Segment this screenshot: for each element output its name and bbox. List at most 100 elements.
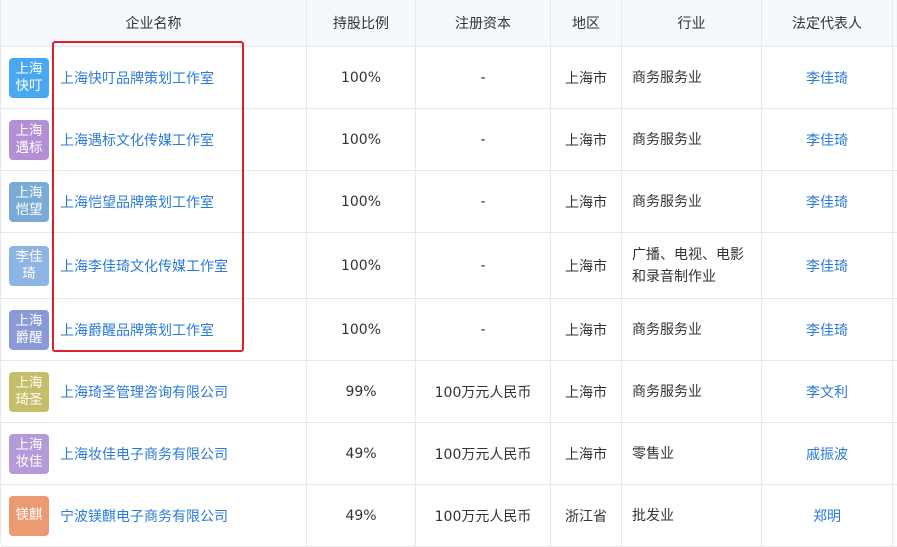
company-logo[interactable]: 上海恺望 [9, 181, 49, 222]
legal-rep-link[interactable]: 郑明 [813, 506, 841, 526]
table-row: 上海爵醒 上海爵醒品牌策划工作室 100% - 上海市 商务服务业 李佳琦 [1, 299, 897, 361]
legal-rep-link[interactable]: 李佳琦 [806, 68, 848, 88]
industry-cell: 广播、电视、电影和录音制作业 [622, 233, 762, 298]
company-name-link[interactable]: 上海快叮品牌策划工作室 [60, 68, 214, 88]
legal-rep-cell: 戚振波 [762, 423, 893, 484]
header-percent[interactable]: 持股比例 [307, 0, 416, 46]
capital-cell: 100万元人民币 [416, 423, 551, 484]
table-row: 上海快叮 上海快叮品牌策划工作室 100% - 上海市 商务服务业 李佳琦 [1, 47, 897, 109]
industry-text: 零售业 [632, 445, 674, 462]
percent-cell: 100% [307, 47, 416, 108]
table-row: 上海妆佳 上海妆佳电子商务有限公司 49% 100万元人民币 上海市 零售业 戚… [1, 423, 897, 485]
company-logo[interactable]: 上海妆佳 [9, 433, 49, 474]
header-capital[interactable]: 注册资本 [416, 0, 551, 46]
industry-text: 批发业 [632, 507, 674, 524]
row-tail [893, 233, 897, 298]
company-name-link[interactable]: 上海爵醒品牌策划工作室 [60, 320, 214, 340]
legal-rep-link[interactable]: 李佳琦 [806, 320, 848, 340]
header-company-name: 企业名称 [1, 0, 307, 46]
legal-rep-link[interactable]: 李佳琦 [806, 130, 848, 150]
region-cell: 上海市 [551, 109, 622, 170]
legal-rep-cell: 李佳琦 [762, 233, 893, 298]
legal-rep-link[interactable]: 李文利 [806, 382, 848, 402]
industry-cell: 零售业 [622, 423, 762, 484]
table-row: 上海遇标 上海遇标文化传媒工作室 100% - 上海市 商务服务业 李佳琦 [1, 109, 897, 171]
investment-table: 企业名称 持股比例 注册资本 地区 行业 法定代表人 上海快叮 上海快叮品牌策划… [0, 0, 897, 547]
percent-cell: 49% [307, 485, 416, 546]
capital-cell: - [416, 171, 551, 232]
header-industry: 行业 [622, 0, 762, 46]
row-tail [893, 299, 897, 360]
capital-cell: 100万元人民币 [416, 361, 551, 422]
legal-rep-cell: 李佳琦 [762, 171, 893, 232]
legal-rep-cell: 李佳琦 [762, 109, 893, 170]
table-header: 企业名称 持股比例 注册资本 地区 行业 法定代表人 [1, 0, 897, 47]
header-tail [893, 0, 897, 46]
table-row: 李佳琦 上海李佳琦文化传媒工作室 100% - 上海市 广播、电视、电影和录音制… [1, 233, 897, 299]
company-cell: 上海快叮 上海快叮品牌策划工作室 [1, 47, 307, 108]
company-logo[interactable]: 上海快叮 [9, 57, 49, 98]
row-tail [893, 361, 897, 422]
legal-rep-cell: 李佳琦 [762, 299, 893, 360]
industry-text: 商务服务业 [632, 131, 702, 148]
row-tail [893, 47, 897, 108]
company-logo[interactable]: 上海遇标 [9, 119, 49, 160]
company-cell: 李佳琦 上海李佳琦文化传媒工作室 [1, 233, 307, 298]
company-name-link[interactable]: 上海妆佳电子商务有限公司 [60, 444, 228, 464]
percent-cell: 49% [307, 423, 416, 484]
company-logo[interactable]: 上海琦圣 [9, 371, 49, 412]
industry-cell: 商务服务业 [622, 109, 762, 170]
legal-rep-link[interactable]: 戚振波 [806, 444, 848, 464]
region-cell: 上海市 [551, 233, 622, 298]
capital-cell: - [416, 47, 551, 108]
percent-cell: 100% [307, 233, 416, 298]
capital-cell: - [416, 299, 551, 360]
region-cell: 上海市 [551, 361, 622, 422]
company-cell: 上海琦圣 上海琦圣管理咨询有限公司 [1, 361, 307, 422]
industry-text: 商务服务业 [632, 69, 702, 86]
table-row: 镁麒 宁波镁麒电子商务有限公司 49% 100万元人民币 浙江省 批发业 郑明 [1, 485, 897, 547]
company-cell: 镁麒 宁波镁麒电子商务有限公司 [1, 485, 307, 546]
company-name-link[interactable]: 上海琦圣管理咨询有限公司 [60, 382, 228, 402]
legal-rep-cell: 李文利 [762, 361, 893, 422]
company-name-link[interactable]: 上海遇标文化传媒工作室 [60, 130, 214, 150]
company-cell: 上海恺望 上海恺望品牌策划工作室 [1, 171, 307, 232]
capital-cell: 100万元人民币 [416, 485, 551, 546]
region-cell: 上海市 [551, 299, 622, 360]
industry-cell: 商务服务业 [622, 299, 762, 360]
percent-cell: 100% [307, 299, 416, 360]
industry-text: 商务服务业 [632, 383, 702, 400]
capital-cell: - [416, 109, 551, 170]
region-cell: 上海市 [551, 47, 622, 108]
row-tail [893, 109, 897, 170]
company-name-link[interactable]: 上海李佳琦文化传媒工作室 [60, 256, 228, 276]
row-tail [893, 423, 897, 484]
industry-cell: 商务服务业 [622, 361, 762, 422]
company-logo[interactable]: 镁麒 [9, 495, 49, 536]
company-logo[interactable]: 上海爵醒 [9, 309, 49, 350]
region-cell: 上海市 [551, 171, 622, 232]
percent-cell: 100% [307, 109, 416, 170]
header-region: 地区 [551, 0, 622, 46]
legal-rep-link[interactable]: 李佳琦 [806, 192, 848, 212]
company-cell: 上海遇标 上海遇标文化传媒工作室 [1, 109, 307, 170]
percent-cell: 100% [307, 171, 416, 232]
row-tail [893, 485, 897, 546]
legal-rep-cell: 郑明 [762, 485, 893, 546]
industry-cell: 商务服务业 [622, 47, 762, 108]
legal-rep-link[interactable]: 李佳琦 [806, 256, 848, 276]
company-cell: 上海妆佳 上海妆佳电子商务有限公司 [1, 423, 307, 484]
industry-text: 商务服务业 [632, 321, 702, 338]
region-cell: 上海市 [551, 423, 622, 484]
row-tail [893, 171, 897, 232]
company-logo[interactable]: 李佳琦 [9, 245, 49, 286]
industry-text: 商务服务业 [632, 193, 702, 210]
industry-cell: 商务服务业 [622, 171, 762, 232]
header-legal-rep: 法定代表人 [762, 0, 893, 46]
company-cell: 上海爵醒 上海爵醒品牌策划工作室 [1, 299, 307, 360]
company-name-link[interactable]: 宁波镁麒电子商务有限公司 [60, 506, 228, 526]
industry-text: 广播、电视、电影和录音制作业 [632, 246, 744, 285]
company-name-link[interactable]: 上海恺望品牌策划工作室 [60, 192, 214, 212]
table-row: 上海恺望 上海恺望品牌策划工作室 100% - 上海市 商务服务业 李佳琦 [1, 171, 897, 233]
industry-cell: 批发业 [622, 485, 762, 546]
